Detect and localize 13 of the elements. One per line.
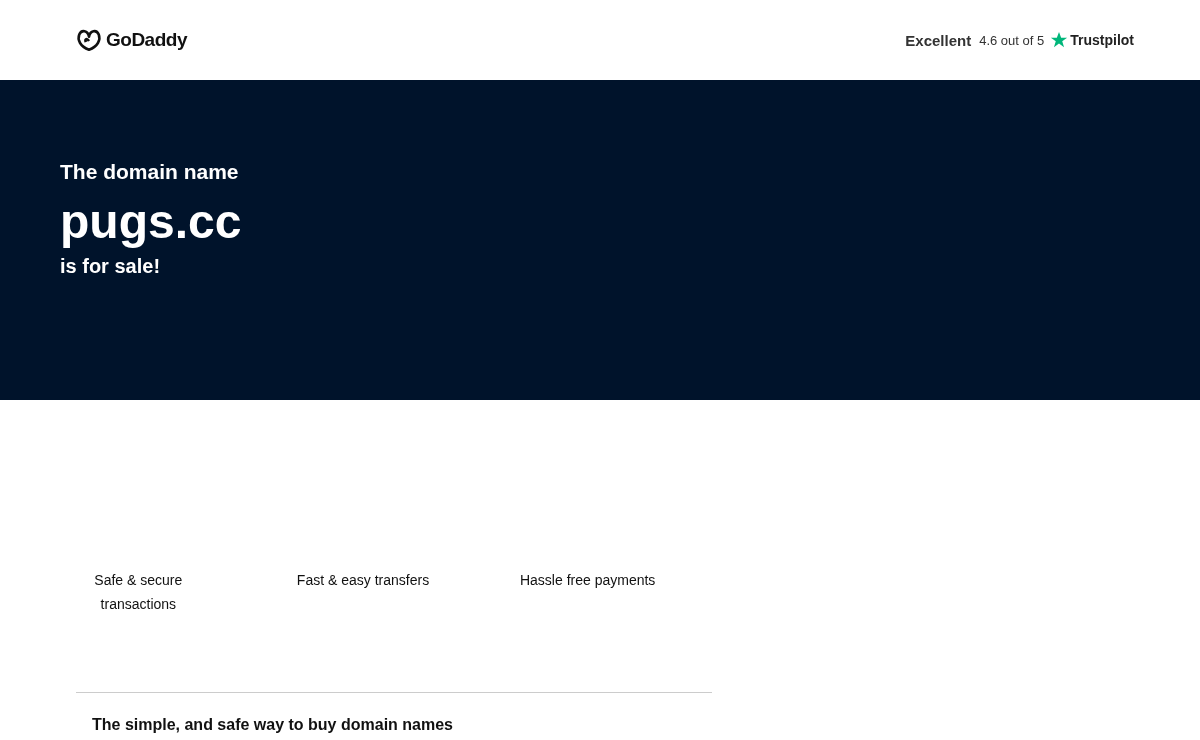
hero-outro: is for sale!: [60, 254, 162, 278]
domain-name: pugs.cc: [60, 196, 243, 249]
hero-intro: The domain name: [60, 160, 240, 184]
rating-label: Excellent: [905, 31, 972, 49]
section-heading: The simple, and safe way to buy domain names: [92, 716, 453, 734]
logo-icon: [76, 28, 102, 52]
rating-score: 4.6 out of 5: [979, 32, 1045, 48]
feature-label: Safe & secure transactions: [93, 571, 184, 614]
feature-label: Fast & easy transfers: [296, 571, 430, 590]
star-icon: [1050, 31, 1069, 49]
feature-label: Hassle free payments: [519, 571, 656, 590]
review-site-name[interactable]: Trustpilot: [1070, 32, 1134, 48]
logo-text[interactable]: GoDaddy: [106, 29, 187, 51]
